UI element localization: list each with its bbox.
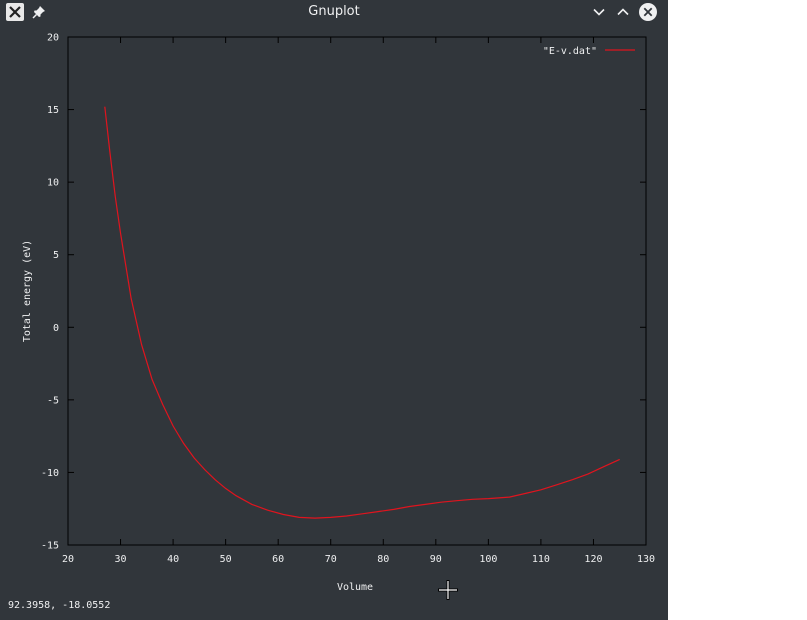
chevron-up-icon[interactable] [614, 3, 632, 21]
x-axis-label: Volume [337, 582, 373, 593]
legend-label: "E-v.dat" [543, 46, 597, 57]
chevron-down-icon[interactable] [590, 3, 608, 21]
series-line-e-v-dat [104, 106, 620, 519]
x-tick-label-40: 40 [167, 554, 179, 565]
mouse-coordinates: 92.3958, -18.0552 [8, 600, 111, 611]
plot-canvas[interactable]: 20 30 40 50 60 70 80 90 100 110 120 130 -15 -10 -5 0 5 10… [0, 24, 668, 596]
x-tick-label-80: 80 [377, 554, 389, 565]
x-tick-label-20: 20 [62, 554, 74, 565]
axis-ticks [67, 36, 647, 546]
statusbar: 92.3958, -18.0552 [0, 596, 668, 620]
x-tick-label-130: 130 [637, 554, 655, 565]
x-tick-label-100: 100 [479, 554, 497, 565]
titlebar[interactable]: Gnuplot [0, 0, 668, 24]
y-tick-label--5: -5 [47, 395, 59, 406]
tick-labels: 20 30 40 50 60 70 80 90 100 110 120 130 -15 -10 -5 0 5 10… [41, 33, 655, 566]
x-tick-label-120: 120 [584, 554, 602, 565]
x-tick-label-90: 90 [430, 554, 442, 565]
x-tick-label-60: 60 [272, 554, 284, 565]
y-tick-label-20: 20 [47, 33, 59, 44]
y-tick-label-0: 0 [53, 323, 59, 334]
x-tick-label-110: 110 [532, 554, 550, 565]
y-tick-label--10: -10 [41, 468, 59, 479]
gnuplot-window: Gnuplot 20 30 40 50 60 70 80 90 100 110 120 130 -15-… [0, 0, 668, 620]
x-tick-label-70: 70 [325, 554, 337, 565]
x-tick-label-50: 50 [220, 554, 232, 565]
x-tick-label-30: 30 [115, 554, 127, 565]
y-tick-label-5: 5 [53, 250, 59, 261]
y-axis-label: Total energy (eV) [22, 240, 33, 342]
plot-frame [67, 36, 647, 546]
window-title: Gnuplot [308, 4, 360, 19]
close-icon[interactable] [638, 2, 658, 22]
y-tick-label-10: 10 [47, 178, 59, 189]
crosshair-cursor-icon [438, 580, 458, 600]
y-tick-label--15: -15 [41, 541, 59, 552]
y-tick-label-15: 15 [47, 105, 59, 116]
